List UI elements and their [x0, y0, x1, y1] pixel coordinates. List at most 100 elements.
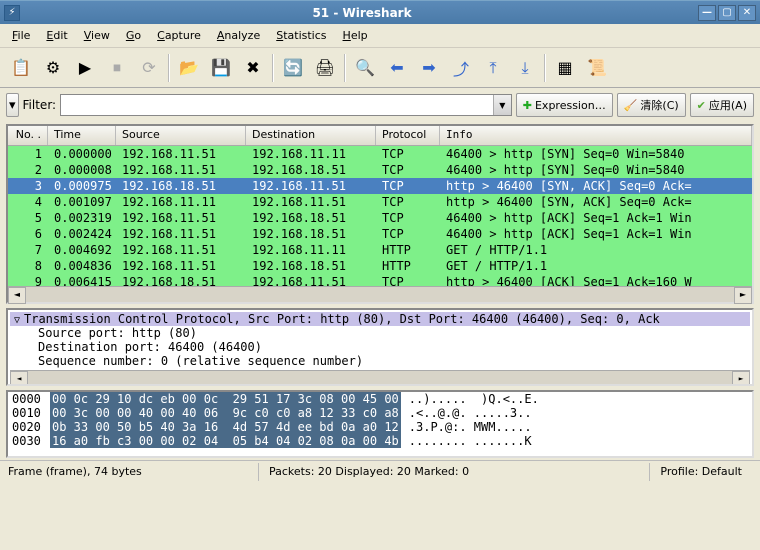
menu-go[interactable]: Go [120, 27, 147, 44]
packet-row[interactable]: 40.001097192.168.11.11192.168.11.51TCPht… [8, 194, 752, 210]
col-protocol[interactable]: Protocol [376, 126, 440, 145]
filter-label: Filter: [23, 98, 57, 112]
packet-details-pane[interactable]: ▽ Transmission Control Protocol, Src Por… [6, 308, 754, 386]
menu-statistics[interactable]: Statistics [270, 27, 332, 44]
filter-dropdown[interactable]: ▼ [493, 95, 511, 115]
save-icon: 💾 [210, 57, 232, 79]
minimize-button[interactable]: — [698, 5, 716, 21]
apply-label: 应用(A) [709, 97, 747, 113]
detail-row[interactable]: Source port: http (80) [10, 326, 750, 340]
packet-list-header: No. . Time Source Destination Protocol I… [8, 126, 752, 146]
interfaces-icon: 📋 [10, 57, 32, 79]
packet-row[interactable]: 70.004692192.168.11.51192.168.11.11HTTPG… [8, 242, 752, 258]
close-button[interactable]: ✕ [738, 5, 756, 21]
col-no[interactable]: No. . [8, 126, 48, 145]
packet-bytes-pane[interactable]: 000000 0c 29 10 dc eb 00 0c 29 51 17 3c … [6, 390, 754, 458]
packet-row[interactable]: 30.000975192.168.18.51192.168.11.51TCPht… [8, 178, 752, 194]
col-destination[interactable]: Destination [246, 126, 376, 145]
packet-row[interactable]: 90.006415192.168.18.51192.168.11.51TCPht… [8, 274, 752, 286]
hex-row[interactable]: 003016 a0 fb c3 00 00 02 04 05 b4 04 02 … [8, 434, 752, 448]
app-icon: ⚡ [4, 5, 20, 21]
menubar: File Edit View Go Capture Analyze Statis… [0, 24, 760, 48]
detail-row[interactable]: ▽ Transmission Control Protocol, Src Por… [10, 312, 750, 326]
col-time[interactable]: Time [48, 126, 116, 145]
packet-rows[interactable]: 10.000000192.168.11.51192.168.11.11TCP46… [8, 146, 752, 286]
menu-edit[interactable]: Edit [40, 27, 73, 44]
tb-gofwd[interactable]: ➡ [414, 53, 444, 83]
apply-icon: ✔ [697, 99, 706, 112]
separator [272, 54, 274, 82]
filter-button[interactable]: ▾ [6, 93, 19, 117]
forward-icon: ➡ [418, 57, 440, 79]
packet-row[interactable]: 50.002319192.168.11.51192.168.18.51TCP46… [8, 210, 752, 226]
clear-icon: 🧹 [624, 99, 638, 112]
hex-row[interactable]: 00200b 33 00 50 b5 40 3a 16 4d 57 4d ee … [8, 420, 752, 434]
tb-goback[interactable]: ⬅ [382, 53, 412, 83]
expander-icon[interactable]: ▽ [10, 315, 24, 326]
separator [544, 54, 546, 82]
menu-help[interactable]: Help [337, 27, 374, 44]
menu-file[interactable]: File [6, 27, 36, 44]
filter-input[interactable] [61, 95, 493, 115]
start-capture-icon: ▶ [74, 57, 96, 79]
back-icon: ⬅ [386, 57, 408, 79]
packet-row[interactable]: 10.000000192.168.11.51192.168.11.11TCP46… [8, 146, 752, 162]
menu-analyze[interactable]: Analyze [211, 27, 266, 44]
separator [168, 54, 170, 82]
detail-row[interactable]: Sequence number: 0 (relative sequence nu… [10, 354, 750, 368]
separator [344, 54, 346, 82]
tb-interfaces[interactable]: 📋 [6, 53, 36, 83]
packet-row[interactable]: 20.000008192.168.11.51192.168.18.51TCP46… [8, 162, 752, 178]
tb-print[interactable]: 🖨 [310, 53, 340, 83]
close-file-icon: ✖ [242, 57, 264, 79]
col-source[interactable]: Source [116, 126, 246, 145]
plus-icon: ✚ [523, 99, 532, 112]
tb-save[interactable]: 💾 [206, 53, 236, 83]
detail-row[interactable]: Destination port: 46400 (46400) [10, 340, 750, 354]
filter-input-wrap: ▼ [60, 94, 512, 116]
expression-button[interactable]: ✚ Expression… [516, 93, 613, 117]
tb-colorize[interactable]: ▦ [550, 53, 580, 83]
tb-restart[interactable]: ⟳ [134, 53, 164, 83]
hex-row[interactable]: 000000 0c 29 10 dc eb 00 0c 29 51 17 3c … [8, 392, 752, 406]
expression-label: Expression… [535, 99, 606, 112]
main-toolbar: 📋 ⚙ ▶ ⏹ ⟳ 📂 💾 ✖ 🔄 🖨 🔍 ⬅ ➡ ⤴ ⤒ ⤓ ▦ 📜 [0, 48, 760, 88]
filter-icon: ▾ [9, 98, 16, 113]
packet-list-pane: No. . Time Source Destination Protocol I… [6, 124, 754, 304]
menu-view[interactable]: View [78, 27, 116, 44]
tb-open[interactable]: 📂 [174, 53, 204, 83]
first-icon: ⤒ [482, 57, 504, 79]
tb-find[interactable]: 🔍 [350, 53, 380, 83]
clear-label: 清除(C) [640, 97, 678, 113]
tb-autoscroll[interactable]: 📜 [582, 53, 612, 83]
autoscroll-icon: 📜 [586, 57, 608, 79]
hscrollbar[interactable] [8, 286, 752, 302]
status-packets: Packets: 20 Displayed: 20 Marked: 0 [258, 463, 649, 481]
statusbar: Frame (frame), 74 bytes Packets: 20 Disp… [0, 460, 760, 482]
goto-icon: ⤴ [450, 57, 472, 79]
hscrollbar[interactable] [10, 370, 750, 386]
col-info[interactable]: Info [440, 126, 752, 145]
tb-options[interactable]: ⚙ [38, 53, 68, 83]
colorize-icon: ▦ [554, 57, 576, 79]
status-frame: Frame (frame), 74 bytes [8, 463, 258, 481]
apply-button[interactable]: ✔ 应用(A) [690, 93, 754, 117]
tb-stop[interactable]: ⏹ [102, 53, 132, 83]
tb-gofirst[interactable]: ⤒ [478, 53, 508, 83]
status-profile: Profile: Default [649, 463, 752, 481]
window-title: 51 - Wireshark [26, 6, 698, 20]
open-icon: 📂 [178, 57, 200, 79]
packet-row[interactable]: 80.004836192.168.11.51192.168.18.51HTTPG… [8, 258, 752, 274]
tb-goto[interactable]: ⤴ [446, 53, 476, 83]
tb-close[interactable]: ✖ [238, 53, 268, 83]
restart-capture-icon: ⟳ [138, 57, 160, 79]
tb-start[interactable]: ▶ [70, 53, 100, 83]
tb-golast[interactable]: ⤓ [510, 53, 540, 83]
menu-capture[interactable]: Capture [151, 27, 207, 44]
print-icon: 🖨 [314, 57, 336, 79]
tb-reload[interactable]: 🔄 [278, 53, 308, 83]
maximize-button[interactable]: ▢ [718, 5, 736, 21]
clear-button[interactable]: 🧹 清除(C) [617, 93, 686, 117]
packet-row[interactable]: 60.002424192.168.11.51192.168.18.51TCP46… [8, 226, 752, 242]
hex-row[interactable]: 001000 3c 00 00 40 00 40 06 9c c0 c0 a8 … [8, 406, 752, 420]
